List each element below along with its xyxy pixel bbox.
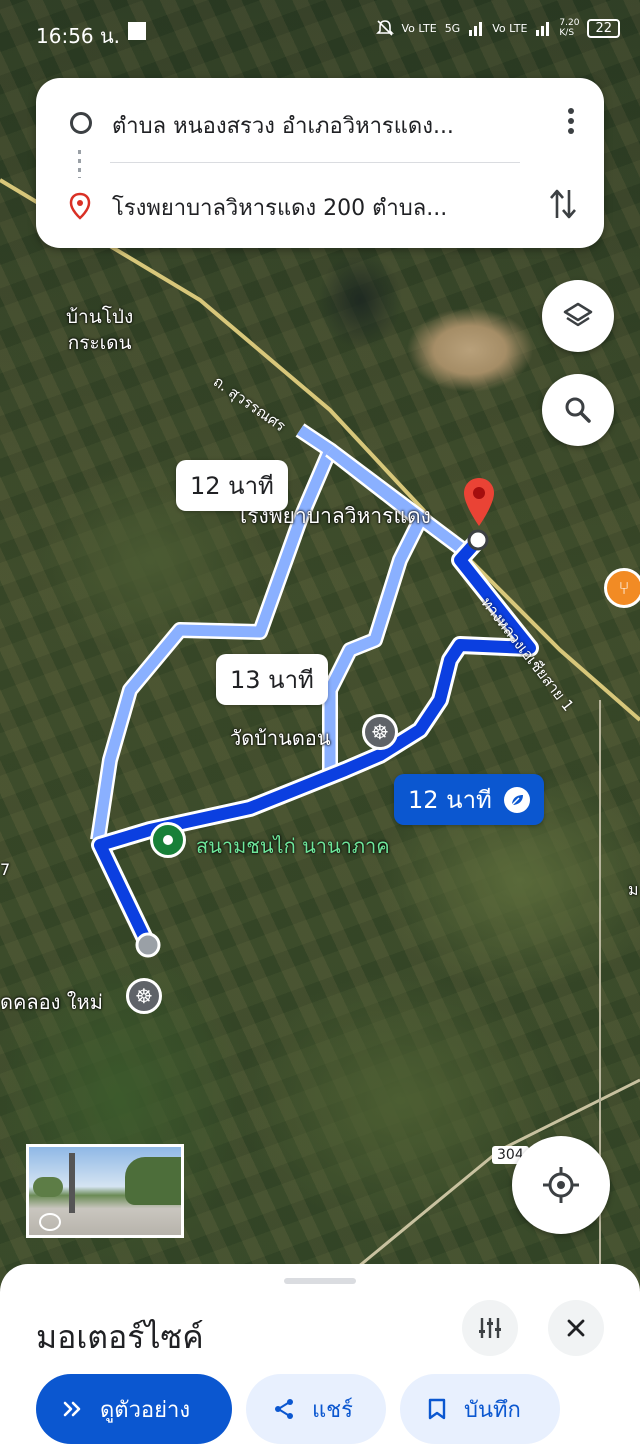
destination-pin-small-icon [69, 192, 91, 220]
signal-label-2: 5G [444, 21, 461, 35]
search-icon [565, 397, 591, 423]
preview-label: ดูตัวอย่าง [100, 1397, 191, 1423]
search-button[interactable] [542, 374, 614, 446]
place-pin-icon[interactable] [150, 822, 186, 858]
status-bar: 16:56 น. Vo LTE 5G Vo LTE 7.20 K/S 22 [0, 0, 640, 64]
route-time-alt1[interactable]: 12 นาที [176, 460, 288, 511]
restaurant-icon[interactable]: ⑂ [604, 568, 640, 608]
edge-left-label: 7 [0, 860, 11, 879]
bookmark-icon [428, 1398, 446, 1420]
route-time-alt2[interactable]: 13 นาที [216, 654, 328, 705]
mute-notifications-icon [375, 20, 394, 36]
origin-circle-icon [70, 112, 92, 134]
edge-right-label: ม [628, 880, 639, 899]
close-button[interactable] [548, 1300, 604, 1356]
route-time-selected[interactable]: 12 นาที [394, 774, 544, 825]
drag-handle[interactable] [284, 1278, 356, 1284]
close-icon [567, 1319, 585, 1337]
preview-button[interactable]: ดูตัวอย่าง [36, 1374, 232, 1444]
status-icons: Vo LTE 5G Vo LTE 7.20 K/S 22 [375, 18, 620, 38]
signal-bars-icon-2 [536, 22, 550, 36]
start-dot [135, 932, 161, 958]
save-button[interactable]: บันทึก [400, 1374, 560, 1444]
route-alt2 [324, 445, 474, 770]
origin-field[interactable]: ตำบล หนองสรวง อำเภอวิหารแดง... [112, 108, 532, 143]
eco-leaf-icon [503, 786, 530, 813]
share-icon [275, 1399, 293, 1419]
destination-dot [467, 529, 489, 551]
more-options-icon[interactable] [568, 108, 574, 134]
notification-square-icon [128, 22, 146, 40]
status-time: 16:56 น. [36, 24, 121, 48]
battery-level: 22 [587, 18, 620, 38]
temple2-label: ดคลอง ใหม่ [0, 990, 103, 1014]
directions-card: ตำบล หนองสรวง อำเภอวิหารแดง... โรงพยาบาล… [36, 78, 604, 248]
route-options-button[interactable] [462, 1300, 518, 1356]
crosshair-icon [543, 1167, 579, 1203]
share-button[interactable]: แชร์ [246, 1374, 386, 1444]
temple-icon-2[interactable]: ☸ [126, 978, 162, 1014]
fields-divider [110, 162, 520, 163]
signal-label-1: Vo LTE [401, 21, 437, 35]
route-time-selected-label: 12 นาที [408, 786, 492, 814]
temple-icon[interactable]: ☸ [362, 714, 398, 750]
route-dots-icon [78, 150, 81, 178]
street-view-thumbnail[interactable] [26, 1144, 184, 1238]
net-speed: 7.20 K/S [559, 18, 580, 38]
destination-field[interactable]: โรงพยาบาลวิหารแดง 200 ตำบล... [112, 190, 532, 225]
village-label: บ้านโป่ง กระเดน [66, 306, 134, 354]
layers-button[interactable] [542, 280, 614, 352]
travel-mode-title: มอเตอร์ไซค์ [36, 1318, 204, 1356]
destination-pin-icon[interactable] [462, 476, 496, 528]
swap-icon[interactable] [548, 186, 578, 222]
double-chevron-icon [63, 1401, 81, 1417]
temple-label: วัดบ้านดอน [230, 726, 331, 750]
my-location-button[interactable] [512, 1136, 610, 1234]
share-label: แชร์ [312, 1397, 353, 1423]
layers-icon [563, 302, 593, 327]
street-view-icon [39, 1213, 61, 1231]
save-label: บันทึก [464, 1397, 521, 1423]
signal-label-3: Vo LTE [492, 21, 528, 35]
signal-bars-icon [469, 22, 483, 36]
origin-place-label: สนามชนไก่ นานาภาค [196, 834, 390, 858]
bottom-sheet: มอเตอร์ไซค์ ดูตัวอย่าง แชร์ บันทึก [0, 1264, 640, 1456]
tune-icon [479, 1318, 501, 1338]
